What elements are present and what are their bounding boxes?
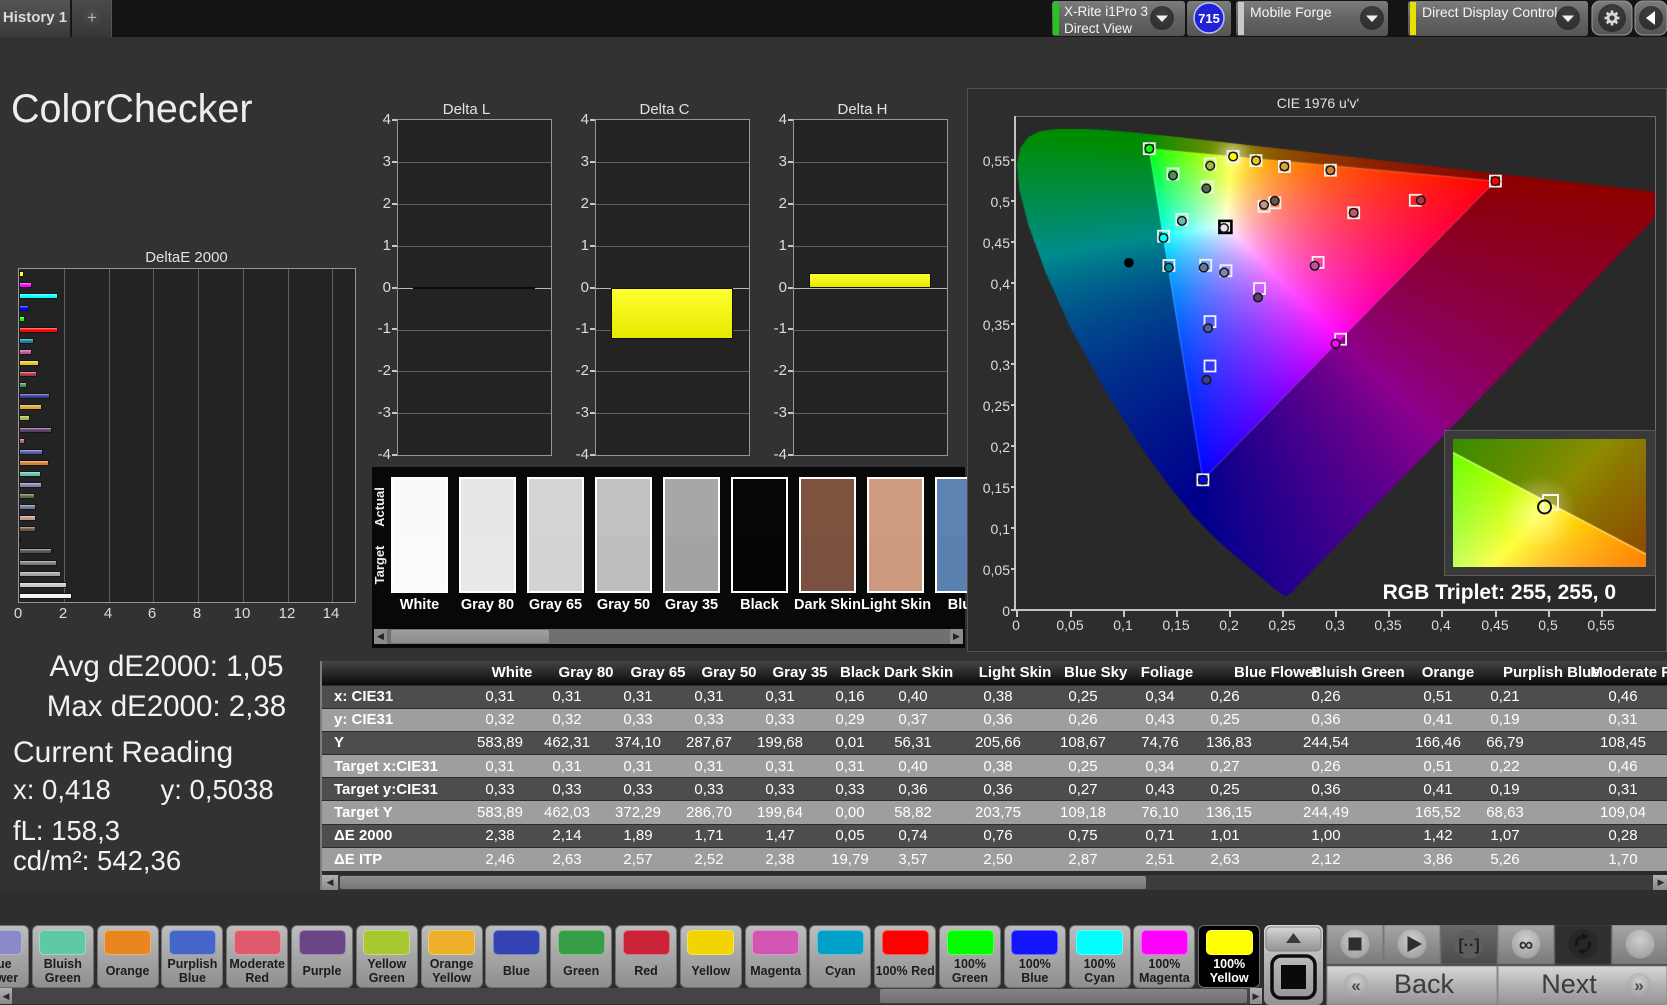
svg-text:Next: Next bbox=[1541, 969, 1597, 999]
svg-text:«: « bbox=[1351, 976, 1360, 995]
svg-text:Direct View: Direct View bbox=[1064, 21, 1132, 36]
svg-text:X-Rite i1Pro 3: X-Rite i1Pro 3 bbox=[1064, 4, 1148, 19]
svg-text:»: » bbox=[1634, 976, 1643, 995]
svg-text:Mobile Forge: Mobile Forge bbox=[1250, 4, 1332, 20]
svg-text:Back: Back bbox=[1394, 969, 1455, 999]
svg-text:715: 715 bbox=[1198, 11, 1220, 26]
svg-text:∞: ∞ bbox=[1519, 934, 1533, 956]
svg-text:Direct Display Control: Direct Display Control bbox=[1422, 4, 1557, 20]
svg-text:[··]: [··] bbox=[1458, 937, 1479, 954]
